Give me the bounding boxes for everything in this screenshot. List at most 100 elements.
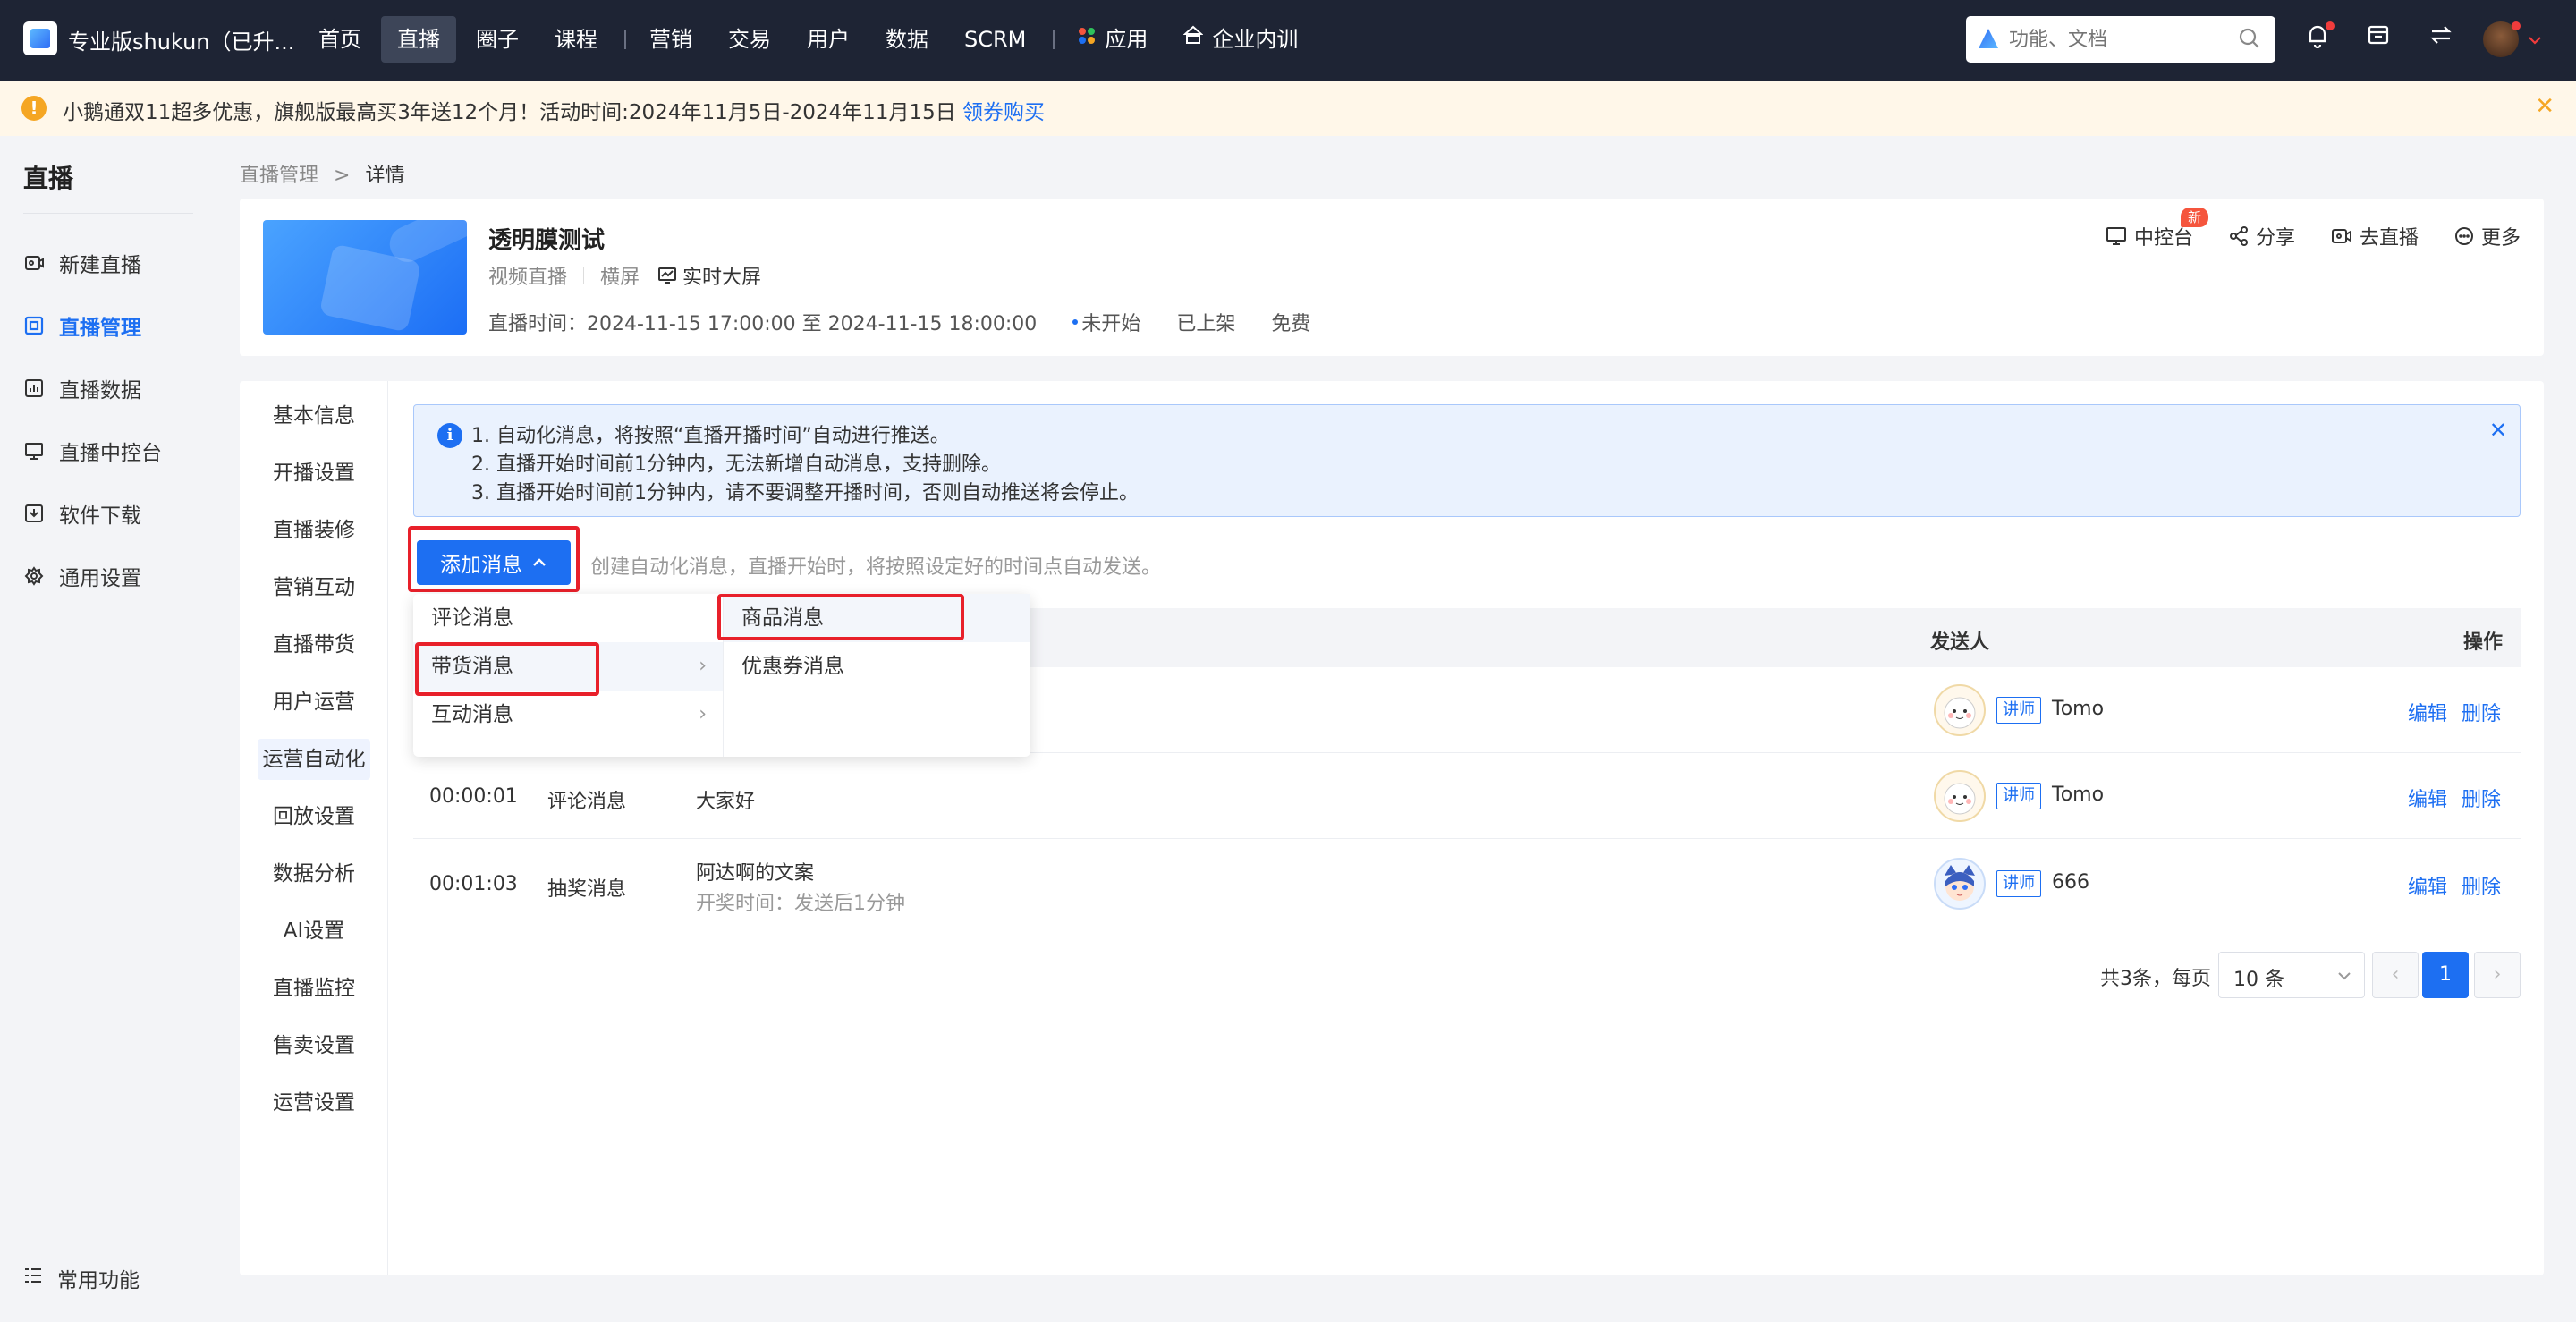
prev-page-button[interactable]: ‹: [2372, 952, 2419, 998]
breadcrumb-parent[interactable]: 直播管理: [240, 165, 318, 187]
sidebar-item-label: 直播中控台: [59, 442, 162, 465]
close-icon[interactable]: ✕: [2535, 93, 2555, 120]
submenu-live-commerce[interactable]: 直播带货: [258, 624, 370, 665]
sidebar-item-settings[interactable]: 通用设置: [23, 558, 141, 594]
shop-name[interactable]: 专业版shukun（已升...: [68, 24, 294, 55]
apps-icon: [1078, 16, 1096, 63]
highlight-commerce-item: [415, 642, 599, 696]
submenu-marketing[interactable]: 营销互动: [258, 567, 370, 608]
nav-trade[interactable]: 交易: [712, 16, 787, 63]
edit-button[interactable]: 编辑: [2408, 698, 2447, 726]
sidebar-item-label: 通用设置: [59, 567, 141, 590]
sidebar-item-label: 直播数据: [59, 379, 141, 403]
submenu-analytics[interactable]: 数据分析: [258, 853, 370, 894]
submenu-replay[interactable]: 回放设置: [258, 796, 370, 837]
delete-button[interactable]: 删除: [2462, 871, 2501, 900]
nav-enterprise-training[interactable]: 企业内训: [1167, 16, 1314, 63]
sidebar-item-live-management[interactable]: 直播管理: [23, 308, 141, 343]
search-icon[interactable]: [2238, 27, 2261, 50]
nav-users[interactable]: 用户: [791, 16, 866, 63]
submenu-broadcast-settings[interactable]: 开播设置: [258, 453, 370, 494]
submenu-basic-info[interactable]: 基本信息: [258, 395, 370, 436]
share-button[interactable]: 分享: [2229, 222, 2295, 250]
menu-item-coupon-message[interactable]: 优惠券消息: [724, 642, 1030, 691]
nav-circle[interactable]: 圈子: [460, 16, 535, 63]
chevron-down-icon: [2338, 972, 2351, 980]
live-cover-image: [263, 220, 467, 335]
camera-icon: [2331, 229, 2351, 243]
more-label: 更多: [2480, 227, 2521, 250]
console-button[interactable]: 中控台 新: [2106, 208, 2208, 250]
notification-dot: [2326, 21, 2334, 30]
header-ops: 操作: [2462, 631, 2503, 654]
close-icon[interactable]: ✕: [2489, 418, 2507, 443]
live-orientation: 横屏: [600, 267, 640, 289]
main-content-card: 基本信息 开播设置 直播装修 营销互动 直播带货 用户运营 运营自动化 回放设置…: [240, 381, 2544, 1275]
nav-marketing[interactable]: 营销: [633, 16, 708, 63]
delete-button[interactable]: 删除: [2462, 698, 2501, 726]
switch-icon[interactable]: [2426, 23, 2456, 55]
menu-item-comment[interactable]: 评论消息: [413, 594, 723, 642]
share-icon: [2229, 226, 2248, 246]
lecturer-tag: 讲师: [1996, 783, 2041, 809]
pagination-total: 共3条，每页: [2100, 968, 2211, 990]
nav-live[interactable]: 直播: [381, 16, 456, 63]
delete-button[interactable]: 删除: [2462, 784, 2501, 812]
store-icon[interactable]: [2363, 23, 2394, 55]
nav-data[interactable]: 数据: [869, 16, 945, 63]
sidebar-divider: [23, 213, 193, 214]
search-input[interactable]: [2009, 25, 2224, 54]
realtime-screen-link[interactable]: 实时大屏: [657, 261, 761, 290]
sidebar-item-label: 软件下载: [59, 504, 141, 528]
sidebar-item-download[interactable]: 软件下载: [23, 496, 141, 531]
sidebar-item-new-live[interactable]: 新建直播: [23, 245, 141, 281]
go-live-button[interactable]: 去直播: [2331, 222, 2419, 250]
list-icon: [23, 1267, 43, 1290]
chart-icon: [23, 377, 45, 399]
submenu-ai-settings[interactable]: AI设置: [258, 911, 370, 952]
bell-icon[interactable]: [2302, 21, 2334, 55]
screen-icon: [658, 267, 677, 284]
page-size-value: 10 条: [2233, 969, 2284, 991]
nav-apps-label: 应用: [1105, 27, 1148, 52]
submenu-ops-settings[interactable]: 运营设置: [258, 1082, 370, 1123]
sender-name: Tomo: [2052, 784, 2105, 806]
submenu-automation[interactable]: 运营自动化: [258, 739, 370, 780]
chevron-right-icon: ›: [699, 703, 707, 725]
menu-item-interaction[interactable]: 互动消息 ›: [413, 691, 723, 739]
sidebar-item-live-data[interactable]: 直播数据: [23, 370, 141, 406]
submenu-decoration[interactable]: 直播装修: [258, 510, 370, 551]
new-badge: 新: [2180, 208, 2208, 227]
enterprise-training-icon: [1182, 16, 1205, 63]
nav-apps[interactable]: 应用: [1062, 16, 1164, 63]
add-message-hint: 创建自动化消息，直播开始时，将按照设定好的时间点自动发送。: [590, 556, 1162, 579]
nav-scrm[interactable]: SCRM: [948, 16, 1042, 63]
submenu-monitoring[interactable]: 直播监控: [258, 968, 370, 1009]
message-content: 阿达啊的文案: [696, 862, 815, 885]
chevron-down-icon[interactable]: [2528, 32, 2542, 49]
message-type: 评论消息: [547, 791, 627, 813]
submenu-user-ops[interactable]: 用户运营: [258, 682, 370, 723]
global-search[interactable]: [1966, 16, 2275, 63]
submenu-sales[interactable]: 售卖设置: [258, 1025, 370, 1066]
new-live-icon: [23, 252, 45, 274]
sidebar-title: 直播: [23, 164, 74, 193]
more-button[interactable]: 更多: [2454, 222, 2521, 250]
app-logo[interactable]: [23, 21, 57, 55]
nav-course[interactable]: 课程: [538, 16, 614, 63]
tip-line-3: 3. 直播开始时间前1分钟内，请不要调整开播时间，否则自动推送将会停止。: [471, 482, 1139, 504]
nav-home[interactable]: 首页: [302, 16, 377, 63]
sidebar-item-live-console[interactable]: 直播中控台: [23, 433, 162, 469]
sidebar-item-label: 直播管理: [59, 317, 141, 340]
avatar: [1934, 770, 1986, 822]
edit-button[interactable]: 编辑: [2408, 871, 2447, 900]
next-page-button[interactable]: ›: [2474, 952, 2521, 998]
page-size-select[interactable]: 10 条: [2218, 952, 2365, 998]
page-1-button[interactable]: 1: [2422, 952, 2469, 998]
nav-enterprise-training-label: 企业内训: [1212, 27, 1299, 52]
common-functions[interactable]: 常用功能: [23, 1263, 140, 1293]
live-time: 直播时间：2024-11-15 17:00:00 至 2024-11-15 18…: [488, 313, 1038, 335]
message-content: 大家好: [696, 791, 756, 813]
edit-button[interactable]: 编辑: [2408, 784, 2447, 812]
notice-link[interactable]: 领券购买: [962, 101, 1045, 124]
